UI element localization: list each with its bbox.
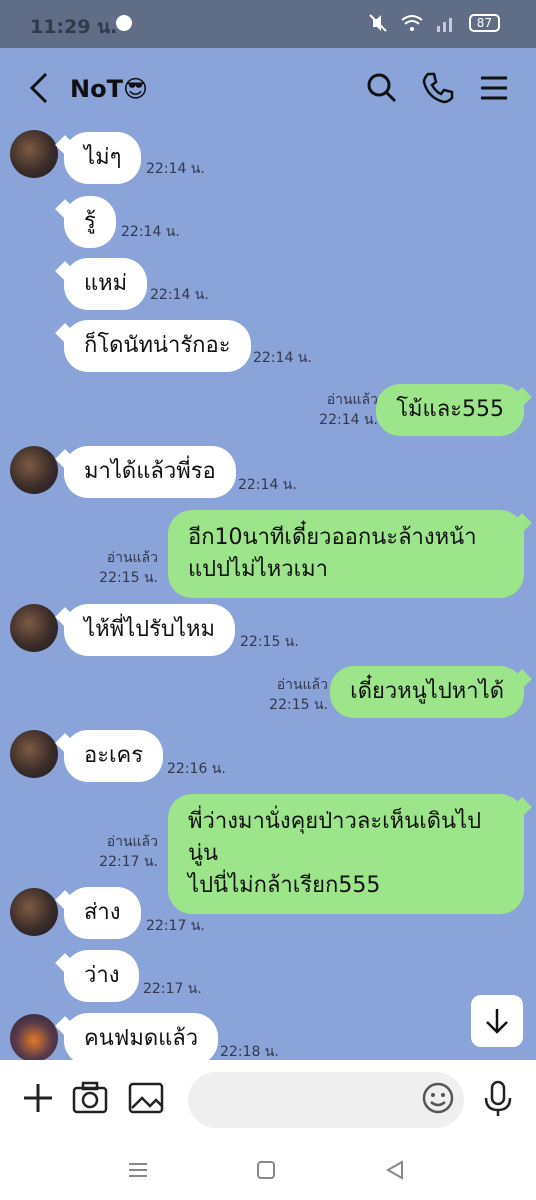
message-time: 22:14 น. [319,412,378,428]
message-time: 22:16 น. [167,761,226,777]
message-bubble-incoming[interactable]: ส่าง [64,887,141,939]
camera-icon[interactable] [70,1078,110,1118]
message-time: 22:17 น. [146,918,205,934]
message-time: 22:15 น. [99,570,158,586]
message-time: 22:14 น. [253,350,312,366]
microphone-icon[interactable] [478,1078,518,1118]
message-bubble-incoming[interactable]: แหม่ [64,258,148,310]
message-bubble-incoming[interactable]: ไห้พี่ไปรับไหม [64,604,235,656]
read-receipt: อ่านแล้ว [106,550,158,566]
image-icon[interactable] [126,1078,166,1118]
status-time: 11:29 น. [30,16,118,38]
message-bubble-outgoing[interactable]: เดี๋ยวหนูไปหาได้ [330,666,524,718]
message-meta: อ่านแล้ว 22:15 น. [99,548,158,588]
avatar[interactable] [10,1014,58,1062]
message-line: อีก10นาทีเดี๋ยวออกนะล้างหน้า [188,525,477,550]
avatar[interactable] [10,130,58,178]
message-bubble-incoming[interactable]: มาได้แล้วพี่รอ [64,446,236,498]
message-time: 22:14 น. [121,224,180,240]
read-receipt: อ่านแล้ว [106,834,158,850]
message-time: 22:17 น. [99,854,158,870]
message-bubble-incoming[interactable]: อะเคร [64,730,164,782]
wifi-icon [401,15,423,31]
arrow-down-icon [486,1009,508,1034]
message-time: 22:14 น. [150,287,209,303]
message-meta: อ่านแล้ว 22:17 น. [99,832,158,872]
plus-icon[interactable] [18,1078,58,1118]
avatar[interactable] [10,604,58,652]
status-icons: 87 [367,13,500,33]
system-nav-bar [0,1140,536,1200]
chat-area[interactable]: ไม่ๆ 22:14 น. รู้ 22:14 น. แหม่ 22:14 น.… [0,130,536,1065]
message-bubble-incoming[interactable]: คนฟมดแล้ว [64,1013,219,1065]
chevron-left-icon[interactable] [28,70,52,106]
mute-icon [369,14,387,32]
message-time: 22:15 น. [240,634,299,650]
message-time: 22:14 น. [238,477,297,493]
status-bar: 11:29 น. 87 [0,0,536,48]
emoji-icon[interactable] [418,1078,458,1118]
message-bubble-outgoing[interactable]: พี่ว่างมานั่งคุยป่าวละเห็นเดินไปนู่น ไปน… [168,794,524,914]
message-bubble-incoming[interactable]: ไม่ๆ [64,132,142,184]
message-line: พี่ว่างมานั่งคุยป่าวละเห็นเดินไปนู่น [188,809,482,866]
read-receipt: อ่านแล้ว [326,392,378,408]
scroll-to-bottom-button[interactable] [471,995,523,1047]
read-receipt: อ่านแล้ว [276,677,328,693]
search-icon[interactable] [364,70,400,106]
battery-indicator: 87 [468,14,500,32]
messenger-icon [116,15,132,31]
message-meta: อ่านแล้ว 22:14 น. [319,390,378,430]
chat-header: NoT😎 [0,48,536,130]
back-nav-icon[interactable] [380,1155,410,1185]
message-time: 22:17 น. [143,981,202,997]
signal-icon [436,18,452,32]
message-bubble-outgoing[interactable]: อีก10นาทีเดี๋ยวออกนะล้างหน้า แปปไม่ไหวเม… [168,510,524,598]
recents-icon[interactable] [123,1155,153,1185]
message-input-bar [0,1060,536,1140]
avatar[interactable] [10,730,58,778]
message-bubble-incoming[interactable]: ก็โดนัทน่ารักอะ [64,320,251,372]
message-time: 22:15 น. [269,697,328,713]
message-line: แปปไม่ไหวเมา [188,557,328,582]
message-line: ไปนี่ไม่กล้าเรียก555 [188,873,381,898]
message-bubble-incoming[interactable]: ว่าง [64,950,140,1002]
message-bubble-outgoing[interactable]: โม้และ555 [376,384,524,436]
avatar[interactable] [10,888,58,936]
message-meta: อ่านแล้ว 22:15 น. [269,675,328,715]
chat-title: NoT😎 [70,75,148,103]
phone-icon[interactable] [420,70,456,106]
message-bubble-incoming[interactable]: รู้ [64,196,116,248]
home-icon[interactable] [251,1155,281,1185]
menu-icon[interactable] [477,70,513,106]
message-time: 22:14 น. [146,161,205,177]
avatar[interactable] [10,446,58,494]
